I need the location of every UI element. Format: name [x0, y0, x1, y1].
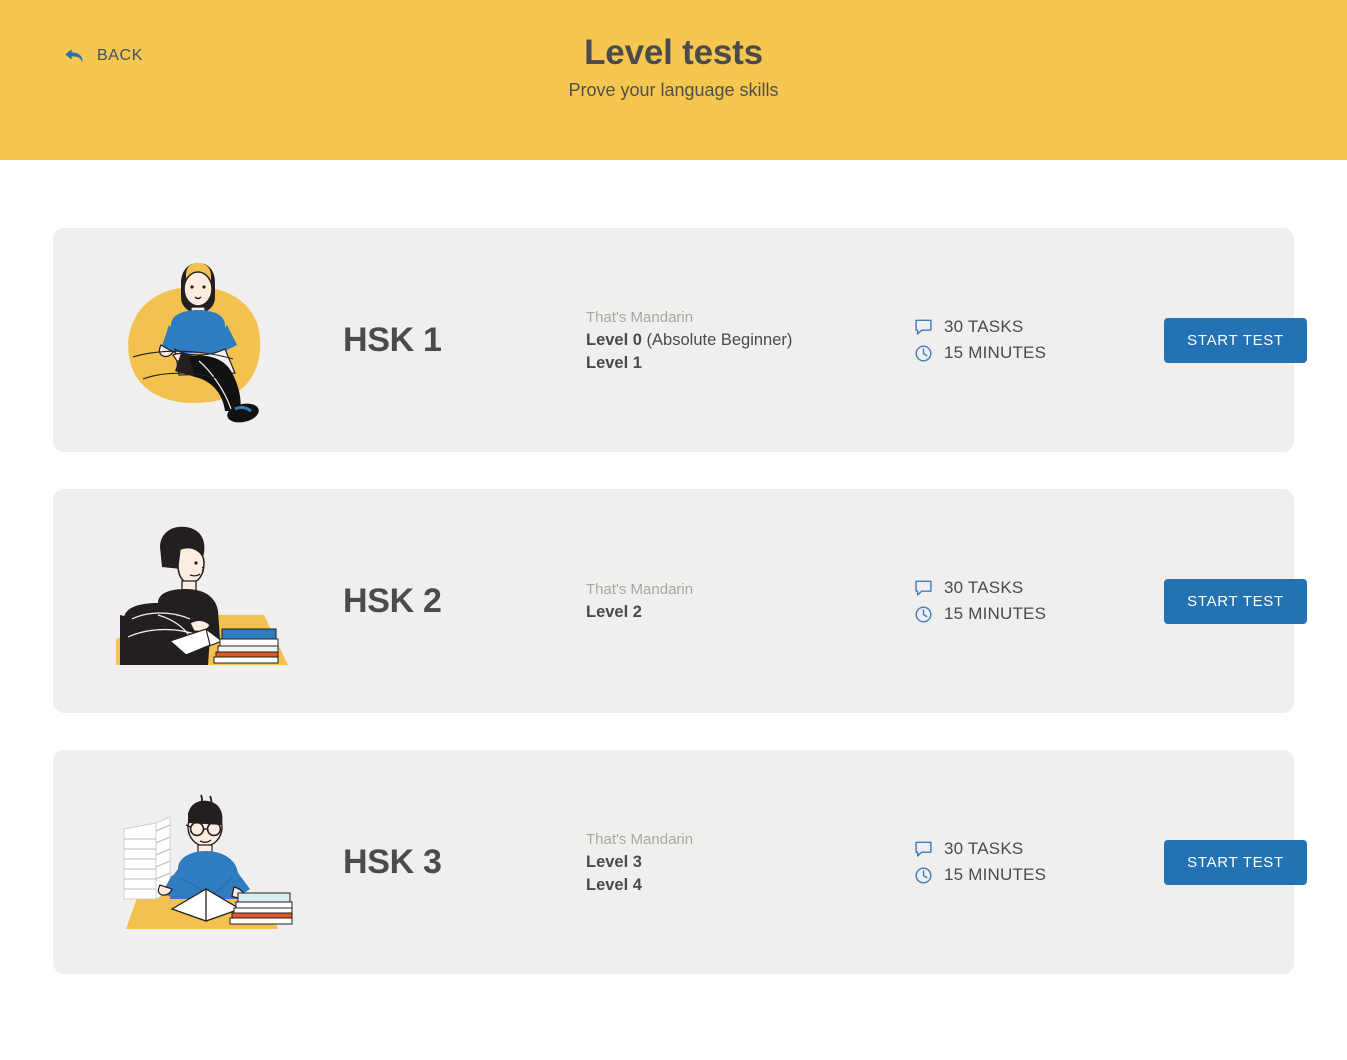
duration-label: 15 MINUTES [944, 343, 1047, 362]
card-code: HSK 1 [343, 320, 442, 359]
speech-bubble-icon [914, 318, 933, 337]
card-action: START TEST [1164, 317, 1307, 363]
page-header: BACK Level tests Prove your language ski… [0, 0, 1347, 160]
duration-label: 15 MINUTES [944, 604, 1047, 623]
duration-row: 15 MINUTES [914, 862, 1164, 888]
provider-label: That's Mandarin [586, 308, 694, 326]
tasks-label: 30 TASKS [944, 839, 1024, 858]
tasks-row: 30 TASKS [914, 314, 1164, 340]
card-levels: That's Mandarin Level 3 Level 4 [548, 828, 866, 897]
illustration-person-with-laptop-on-beanbag [53, 228, 343, 452]
clock-icon [914, 866, 933, 885]
level-note: (Absolute Beginner) [641, 330, 793, 349]
illustration-person-reading-at-desk [53, 489, 343, 713]
clock-icon [914, 605, 933, 624]
provider-label: That's Mandarin [586, 830, 694, 848]
card-action: START TEST [1164, 578, 1307, 624]
speech-bubble-icon [914, 840, 933, 859]
card-levels: That's Mandarin Level 0 (Absolute Beginn… [548, 306, 866, 375]
card-code: HSK 3 [343, 842, 442, 881]
level-label: Level 3 [586, 852, 642, 871]
clock-icon [914, 344, 933, 363]
level-test-list: HSK 1 That's Mandarin Level 0 (Absolute … [0, 160, 1347, 974]
level-label: Level 1 [586, 353, 642, 372]
start-test-button[interactable]: START TEST [1164, 317, 1307, 363]
level-line: Level 3 [586, 851, 866, 874]
level-line: Level 2 [586, 601, 866, 624]
tasks-label: 30 TASKS [944, 317, 1024, 336]
level-test-card[interactable]: HSK 2 That's Mandarin Level 2 30 TASKS 1… [53, 489, 1307, 713]
duration-row: 15 MINUTES [914, 340, 1164, 366]
page-subtitle: Prove your language skills [568, 80, 779, 100]
header-titles: Level tests Prove your language skills [0, 31, 1347, 103]
card-meta: 30 TASKS 15 MINUTES [866, 314, 1164, 366]
provider-label: That's Mandarin [586, 581, 694, 598]
level-line: Level 4 [586, 874, 866, 897]
card-action: START TEST [1164, 839, 1307, 885]
level-label: Level 2 [586, 603, 642, 621]
level-line: Level 1 [586, 352, 866, 375]
duration-label: 15 MINUTES [944, 865, 1047, 884]
level-test-card[interactable]: HSK 1 That's Mandarin Level 0 (Absolute … [53, 228, 1307, 452]
level-line: Level 0 (Absolute Beginner) [586, 329, 866, 352]
card-meta: 30 TASKS 15 MINUTES [866, 575, 1164, 627]
start-test-button[interactable]: START TEST [1164, 578, 1307, 624]
start-test-button[interactable]: START TEST [1164, 839, 1307, 885]
page-title: Level tests [584, 33, 763, 72]
card-code: HSK 2 [343, 581, 442, 620]
tasks-label: 30 TASKS [944, 578, 1024, 597]
tasks-row: 30 TASKS [914, 575, 1164, 601]
level-label: Level 4 [586, 875, 642, 894]
card-levels: That's Mandarin Level 2 [548, 578, 866, 624]
speech-bubble-icon [914, 579, 933, 598]
level-test-card[interactable]: HSK 3 That's Mandarin Level 3 Level 4 30… [53, 750, 1307, 974]
level-label: Level 0 [586, 330, 642, 349]
tasks-row: 30 TASKS [914, 836, 1164, 862]
duration-row: 15 MINUTES [914, 601, 1164, 627]
illustration-person-with-glasses-and-book-stacks [53, 750, 343, 974]
card-meta: 30 TASKS 15 MINUTES [866, 836, 1164, 888]
